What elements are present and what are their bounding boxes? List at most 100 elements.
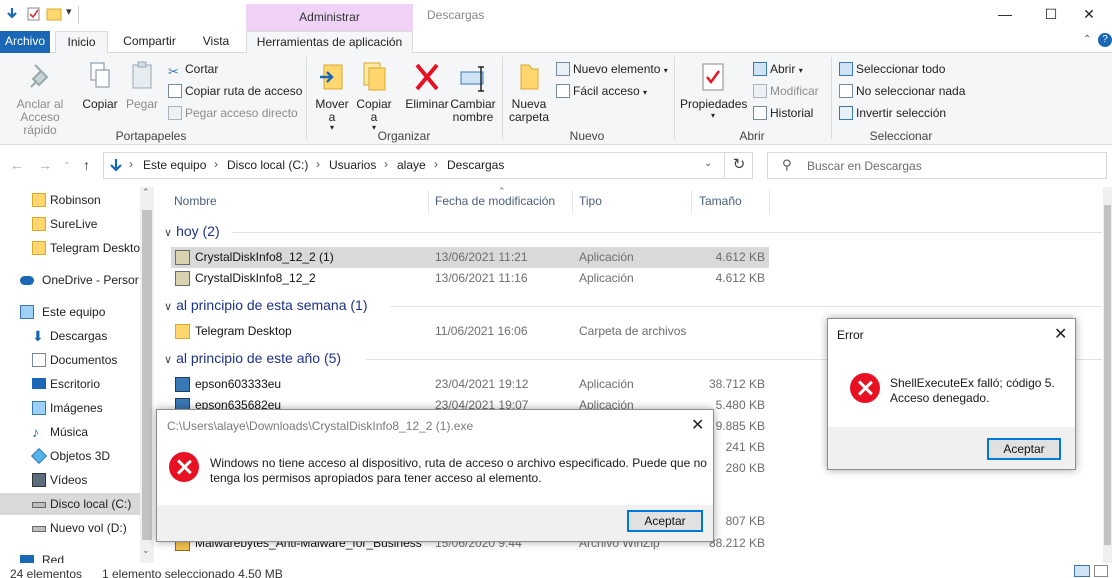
sidebar-item-label: OneDrive - Persor bbox=[42, 273, 139, 287]
group-header-hoy[interactable]: ∨ hoy (2) bbox=[164, 223, 220, 239]
edit-button[interactable]: Modificar bbox=[753, 82, 819, 100]
column-divider[interactable] bbox=[769, 190, 770, 214]
pin-quick-access-button[interactable]: Anclar al Acceso rápido bbox=[2, 61, 78, 137]
details-view-icon[interactable] bbox=[1074, 565, 1090, 577]
sidebar-item-disco-local-c[interactable]: Disco local (C:) bbox=[0, 493, 140, 515]
close-window-button[interactable]: ✕ bbox=[1066, 0, 1112, 30]
easy-access-button[interactable]: Fácil acceso ▾ bbox=[556, 82, 647, 100]
ok-button[interactable]: Aceptar bbox=[627, 510, 703, 532]
properties-button[interactable]: Propiedades ▾ bbox=[680, 61, 747, 121]
minimize-button[interactable]: — bbox=[982, 0, 1028, 30]
delete-button[interactable]: Eliminar bbox=[404, 61, 450, 111]
large-icons-view-icon[interactable] bbox=[1094, 565, 1108, 577]
group-header-este-ano[interactable]: ∨ al principio de este año (5) bbox=[164, 350, 341, 366]
properties-quick-icon[interactable] bbox=[26, 6, 42, 22]
ok-button[interactable]: Aceptar bbox=[987, 438, 1061, 460]
sidebar-item-nuevo-vol-d[interactable]: Nuevo vol (D:) bbox=[0, 517, 140, 539]
column-header-size[interactable]: Tamaño bbox=[699, 194, 742, 208]
tab-compartir[interactable]: Compartir bbox=[113, 31, 186, 53]
back-arrow-icon[interactable]: ← bbox=[10, 157, 24, 173]
sidebar-item-objetos-3d[interactable]: Objetos 3D bbox=[0, 445, 140, 467]
select-none-button[interactable]: No seleccionar nada bbox=[839, 82, 965, 100]
invert-selection-button[interactable]: Invertir selección bbox=[839, 104, 946, 122]
invert-selection-icon bbox=[839, 106, 853, 120]
tab-vista[interactable]: Vista bbox=[192, 31, 240, 53]
sidebar-item-red[interactable]: Red bbox=[0, 549, 140, 563]
copy-path-icon bbox=[168, 84, 182, 98]
table-row[interactable]: Telegram Desktop 11/06/2021 16:06 Carpet… bbox=[171, 321, 769, 342]
table-row[interactable]: epson603333eu 23/04/2021 19:12 Aplicació… bbox=[171, 374, 769, 395]
history-button[interactable]: Historial bbox=[753, 104, 813, 122]
cut-button[interactable]: ✂ Cortar bbox=[168, 60, 218, 79]
column-divider[interactable] bbox=[428, 190, 429, 214]
sidebar-scroll-thumb[interactable] bbox=[142, 210, 152, 540]
rename-icon bbox=[460, 66, 484, 92]
column-divider[interactable] bbox=[691, 190, 692, 214]
column-header-type[interactable]: Tipo bbox=[579, 194, 602, 208]
copy-path-button[interactable]: Copiar ruta de acceso bbox=[168, 82, 302, 100]
address-bar[interactable]: › Este equipo › Disco local (C:) › Usuar… bbox=[103, 152, 753, 179]
move-to-label: Mover a bbox=[315, 97, 349, 124]
paste-shortcut-button[interactable]: Pegar acceso directo bbox=[168, 104, 298, 122]
search-box[interactable]: ⚲ Buscar en Descargas bbox=[767, 152, 1107, 179]
new-item-button[interactable]: Nuevo elemento ▾ bbox=[556, 60, 668, 78]
table-row[interactable]: CrystalDiskInfo8_12_2 (1) 13/06/2021 11:… bbox=[171, 247, 769, 268]
sidebar-scroll-up-icon[interactable]: ⌃ bbox=[142, 187, 150, 198]
group-label-seleccionar: Seleccionar bbox=[869, 129, 933, 143]
file-list-scroll-thumb[interactable] bbox=[1104, 205, 1111, 545]
item-count: 24 elementos bbox=[10, 567, 83, 578]
move-to-button[interactable]: Mover a ▾ bbox=[313, 61, 351, 132]
column-divider[interactable] bbox=[572, 190, 573, 214]
sidebar-item-musica[interactable]: ♪ Música bbox=[0, 421, 140, 443]
breadcrumb-usuarios[interactable]: Usuarios bbox=[329, 158, 376, 172]
tab-herramientas-aplicacion[interactable]: Herramientas de aplicación bbox=[246, 31, 413, 54]
download-arrow-icon[interactable] bbox=[4, 6, 20, 22]
sidebar-item-robinson[interactable]: Robinson bbox=[0, 189, 140, 211]
group-header-esta-semana[interactable]: ∨ al principio de esta semana (1) bbox=[164, 297, 368, 313]
dialog-close-icon[interactable]: ✕ bbox=[1054, 324, 1067, 344]
new-folder-quick-icon[interactable] bbox=[46, 6, 62, 22]
sidebar-scroll-down-icon[interactable]: ⌄ bbox=[142, 545, 150, 556]
quick-access-menu-icon[interactable]: ▾ bbox=[66, 5, 72, 18]
sidebar-item-telegram[interactable]: Telegram Deskto bbox=[0, 237, 140, 259]
explorer-window: ▾ Administrar Descargas — ☐ ✕ Archivo In… bbox=[0, 0, 1112, 578]
chevron-down-icon: ∨ bbox=[164, 301, 173, 313]
properties-dropdown-icon: ▾ bbox=[710, 111, 715, 120]
tab-archivo[interactable]: Archivo bbox=[0, 31, 50, 53]
sidebar-item-surelive[interactable]: SureLive bbox=[0, 213, 140, 235]
copy-to-button[interactable]: Copiar a ▾ bbox=[355, 61, 393, 132]
sidebar-item-onedrive[interactable]: OneDrive - Persor bbox=[0, 269, 140, 291]
drive-icon bbox=[32, 526, 46, 532]
address-history-icon[interactable]: ⌄ bbox=[704, 158, 712, 169]
rename-label: Cambiar nombre bbox=[450, 97, 496, 124]
sidebar-item-este-equipo[interactable]: Este equipo bbox=[0, 301, 140, 323]
forward-arrow-icon[interactable]: → bbox=[38, 157, 52, 173]
paste-button[interactable]: Pegar bbox=[124, 61, 160, 111]
help-icon[interactable]: ? bbox=[1098, 33, 1112, 47]
dialog-close-icon[interactable]: ✕ bbox=[691, 415, 704, 435]
up-arrow-icon[interactable]: ↑ bbox=[83, 157, 90, 173]
sidebar-item-descargas[interactable]: ⬇ Descargas bbox=[0, 325, 140, 347]
table-row[interactable]: CrystalDiskInfo8_12_2 13/06/2021 11:16 A… bbox=[171, 268, 769, 289]
breadcrumb-disco-local[interactable]: Disco local (C:) bbox=[227, 158, 308, 172]
recent-locations-icon[interactable]: ⌄ bbox=[63, 156, 71, 167]
music-icon: ♪ bbox=[32, 424, 39, 440]
tab-inicio[interactable]: Inicio bbox=[55, 31, 108, 54]
column-header-name[interactable]: Nombre bbox=[174, 194, 217, 208]
sidebar-item-documentos[interactable]: Documentos bbox=[0, 349, 140, 371]
sidebar-item-escritorio[interactable]: Escritorio bbox=[0, 373, 140, 395]
rename-button[interactable]: Cambiar nombre bbox=[450, 61, 496, 124]
breadcrumb-alaye[interactable]: alaye bbox=[397, 158, 426, 172]
select-all-button[interactable]: Seleccionar todo bbox=[839, 60, 945, 78]
new-item-dropdown-icon: ▾ bbox=[663, 66, 668, 75]
refresh-button[interactable]: ↻ bbox=[724, 152, 753, 179]
sidebar-item-imagenes[interactable]: Imágenes bbox=[0, 397, 140, 419]
column-header-date[interactable]: Fecha de modificación bbox=[435, 194, 555, 208]
new-folder-button[interactable]: Nueva carpeta bbox=[508, 61, 550, 124]
breadcrumb-este-equipo[interactable]: Este equipo bbox=[143, 158, 206, 172]
breadcrumb-descargas[interactable]: Descargas bbox=[447, 158, 504, 172]
collapse-ribbon-icon[interactable]: ⌃ bbox=[1083, 34, 1091, 45]
open-button[interactable]: Abrir ▾ bbox=[753, 60, 803, 78]
copy-button[interactable]: Copiar bbox=[82, 61, 118, 111]
sidebar-item-videos[interactable]: Vídeos bbox=[0, 469, 140, 491]
